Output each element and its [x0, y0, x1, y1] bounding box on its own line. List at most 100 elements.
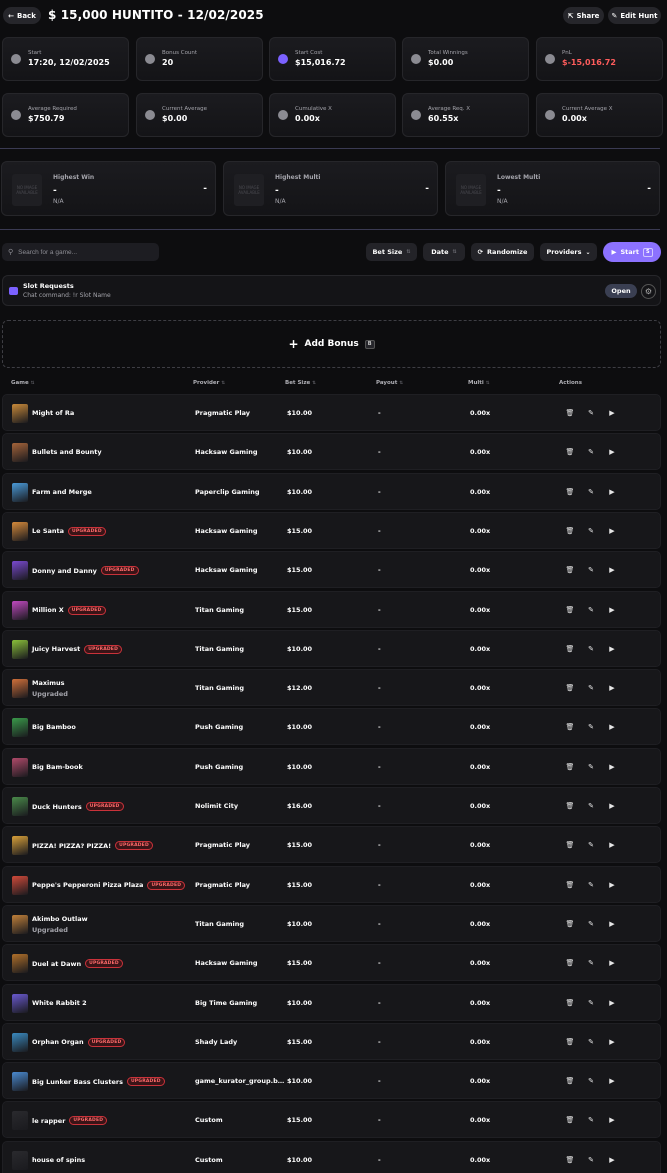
- table-row[interactable]: Duel at Dawn UPGRADED Hacksaw Gaming $15.00…: [2, 944, 661, 982]
- settings-button[interactable]: ⚙: [641, 284, 656, 299]
- edit-icon[interactable]: ✎: [585, 682, 597, 694]
- stat-value: $-15,016.72: [562, 58, 616, 67]
- edit-icon[interactable]: ✎: [585, 879, 597, 891]
- table-row[interactable]: Farm and Merge Paperclip Gaming $10.00 - 0.0…: [2, 472, 661, 510]
- play-icon[interactable]: ▶: [606, 1114, 618, 1126]
- table-row[interactable]: house of spins Custom $10.00 - 0.00x 🗑 ✎ ▶: [2, 1140, 661, 1173]
- delete-icon[interactable]: 🗑: [564, 1154, 576, 1166]
- edit-icon[interactable]: ✎: [585, 564, 597, 576]
- play-icon[interactable]: ▶: [606, 604, 618, 616]
- edit-icon[interactable]: ✎: [585, 957, 597, 969]
- play-icon[interactable]: ▶: [606, 721, 618, 733]
- edit-icon[interactable]: ✎: [585, 525, 597, 537]
- gauge-icon: [145, 54, 155, 64]
- edit-icon[interactable]: ✎: [585, 1154, 597, 1166]
- back-button[interactable]: ← Back: [3, 7, 41, 24]
- delete-icon[interactable]: 🗑: [564, 997, 576, 1009]
- column-game[interactable]: Game ⇅: [11, 380, 34, 386]
- add-bonus-button[interactable]: + Add Bonus B: [2, 320, 661, 368]
- table-row[interactable]: le rapper UPGRADED Custom $15.00 - 0.00x 🗑 ✎ ▶: [2, 1101, 661, 1139]
- edit-icon[interactable]: ✎: [585, 604, 597, 616]
- play-icon[interactable]: ▶: [606, 486, 618, 498]
- delete-icon[interactable]: 🗑: [564, 486, 576, 498]
- table-row[interactable]: Akimbo Outlaw Upgraded Titan Gaming $10.00 -…: [2, 904, 661, 942]
- play-icon[interactable]: ▶: [606, 879, 618, 891]
- edit-icon[interactable]: ✎: [585, 486, 597, 498]
- play-icon[interactable]: ▶: [606, 1154, 618, 1166]
- column-multi[interactable]: Multi ⇅: [468, 380, 490, 386]
- table-row[interactable]: Le Santa UPGRADED Hacksaw Gaming $15.00 - 0.0…: [2, 511, 661, 549]
- delete-icon[interactable]: 🗑: [564, 525, 576, 537]
- edit-icon[interactable]: ✎: [585, 1036, 597, 1048]
- table-row[interactable]: Big Bam-book Push Gaming $10.00 - 0.00x 🗑 ✎ ▶: [2, 747, 661, 785]
- table-row[interactable]: Might of Ra Pragmatic Play $10.00 - 0.00x 🗑 ✎ ▶: [2, 394, 661, 431]
- table-row[interactable]: PIZZA! PIZZA? PIZZA! UPGRADED Pragmatic Pl…: [2, 826, 661, 864]
- play-icon[interactable]: ▶: [606, 446, 618, 458]
- table-row[interactable]: Maximus Upgraded Titan Gaming $12.00 - 0.00x 🗑…: [2, 669, 661, 707]
- delete-icon[interactable]: 🗑: [564, 407, 576, 419]
- table-row[interactable]: Peppe's Pepperoni Pizza Plaza UPGRADED Pra…: [2, 865, 661, 903]
- play-icon[interactable]: ▶: [606, 564, 618, 576]
- delete-icon[interactable]: 🗑: [564, 800, 576, 812]
- edit-hunt-button[interactable]: ✎ Edit Hunt: [608, 7, 661, 24]
- table-row[interactable]: Juicy Harvest UPGRADED Titan Gaming $10.00 -…: [2, 629, 661, 667]
- play-icon[interactable]: ▶: [606, 1036, 618, 1048]
- table-row[interactable]: Bullets and Bounty Hacksaw Gaming $10.00 - 0…: [2, 433, 661, 471]
- delete-icon[interactable]: 🗑: [564, 682, 576, 694]
- table-row[interactable]: Million X UPGRADED Titan Gaming $15.00 - 0.00…: [2, 590, 661, 628]
- play-icon[interactable]: ▶: [606, 525, 618, 537]
- delete-icon[interactable]: 🗑: [564, 918, 576, 930]
- delete-icon[interactable]: 🗑: [564, 1075, 576, 1087]
- edit-icon[interactable]: ✎: [585, 918, 597, 930]
- sort-bet-size-button[interactable]: Bet Size ⇅: [366, 243, 417, 261]
- edit-icon[interactable]: ✎: [585, 800, 597, 812]
- edit-icon[interactable]: ✎: [585, 407, 597, 419]
- table-row[interactable]: Donny and Danny UPGRADED Hacksaw Gaming $15…: [2, 551, 661, 589]
- column-bet-size[interactable]: Bet Size ⇅: [285, 380, 316, 386]
- delete-icon[interactable]: 🗑: [564, 564, 576, 576]
- table-row[interactable]: Big Lunker Bass Clusters UPGRADED game_kur…: [2, 1062, 661, 1100]
- edit-icon[interactable]: ✎: [585, 721, 597, 733]
- edit-icon[interactable]: ✎: [585, 839, 597, 851]
- search-input[interactable]: [18, 248, 149, 256]
- delete-icon[interactable]: 🗑: [564, 879, 576, 891]
- play-icon[interactable]: ▶: [606, 957, 618, 969]
- column-provider[interactable]: Provider ⇅: [193, 380, 225, 386]
- share-button[interactable]: ⇱ Share: [563, 7, 604, 24]
- delete-icon[interactable]: 🗑: [564, 839, 576, 851]
- edit-icon[interactable]: ✎: [585, 761, 597, 773]
- table-row[interactable]: Orphan Organ UPGRADED Shady Lady $15.00 - 0.0…: [2, 1022, 661, 1060]
- edit-icon[interactable]: ✎: [585, 1114, 597, 1126]
- table-row[interactable]: Duck Hunters UPGRADED Nolimit City $16.00 - 0…: [2, 787, 661, 824]
- play-icon[interactable]: ▶: [606, 800, 618, 812]
- play-icon[interactable]: ▶: [606, 682, 618, 694]
- delete-icon[interactable]: 🗑: [564, 721, 576, 733]
- edit-icon[interactable]: ✎: [585, 997, 597, 1009]
- edit-icon[interactable]: ✎: [585, 1075, 597, 1087]
- table-row[interactable]: Big Bamboo Push Gaming $10.00 - 0.00x 🗑 ✎ ▶: [2, 708, 661, 746]
- play-icon[interactable]: ▶: [606, 407, 618, 419]
- delete-icon[interactable]: 🗑: [564, 1114, 576, 1126]
- sort-date-button[interactable]: Date ⇅: [423, 243, 465, 261]
- edit-icon: ✎: [611, 11, 618, 20]
- play-icon[interactable]: ▶: [606, 918, 618, 930]
- column-payout[interactable]: Payout ⇅: [376, 380, 403, 386]
- delete-icon[interactable]: 🗑: [564, 446, 576, 458]
- edit-icon[interactable]: ✎: [585, 446, 597, 458]
- play-icon[interactable]: ▶: [606, 1075, 618, 1087]
- delete-icon[interactable]: 🗑: [564, 1036, 576, 1048]
- table-row[interactable]: White Rabbit 2 Big Time Gaming $10.00 - 0.00…: [2, 983, 661, 1021]
- play-icon[interactable]: ▶: [606, 761, 618, 773]
- start-button[interactable]: ▶ Start S: [603, 242, 661, 262]
- open-requests-button[interactable]: Open: [605, 284, 637, 298]
- play-icon[interactable]: ▶: [606, 643, 618, 655]
- play-icon[interactable]: ▶: [606, 839, 618, 851]
- delete-icon[interactable]: 🗑: [564, 604, 576, 616]
- edit-icon[interactable]: ✎: [585, 643, 597, 655]
- providers-dropdown[interactable]: Providers ⌄: [540, 243, 597, 261]
- delete-icon[interactable]: 🗑: [564, 643, 576, 655]
- delete-icon[interactable]: 🗑: [564, 957, 576, 969]
- play-icon[interactable]: ▶: [606, 997, 618, 1009]
- randomize-button[interactable]: ⟳ Randomize: [471, 243, 534, 261]
- delete-icon[interactable]: 🗑: [564, 761, 576, 773]
